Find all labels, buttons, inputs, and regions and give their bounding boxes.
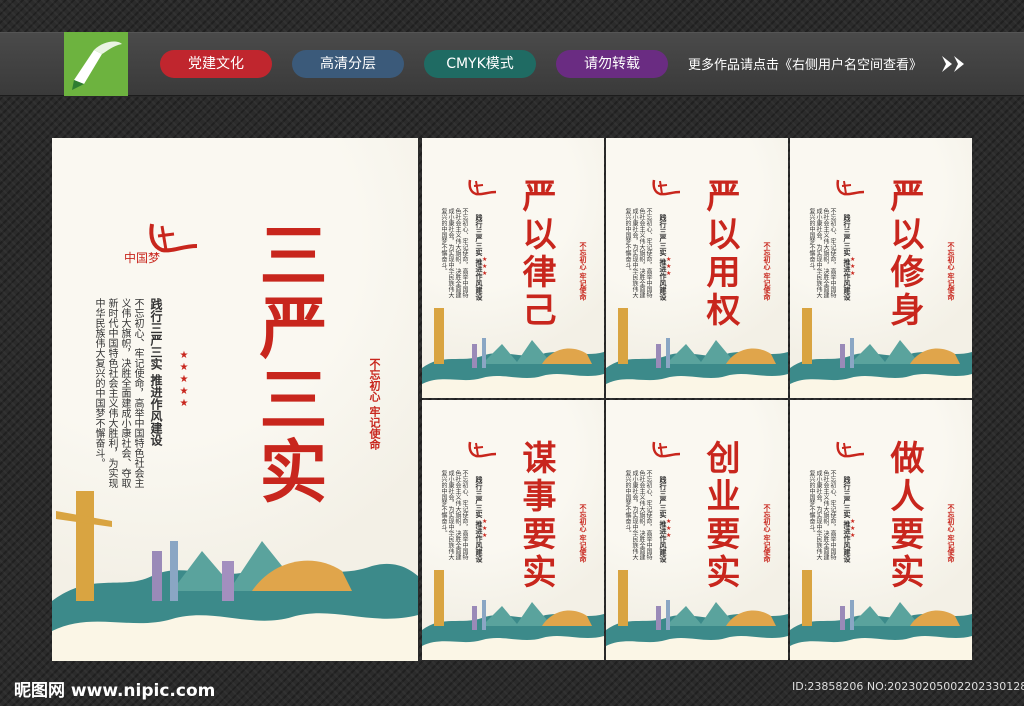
- panel-body-text: 不忘初心、牢记使命，高举中国特色社会主义伟大旗帜，决胜全面建成小康社会，为实现中…: [624, 208, 652, 298]
- panel-poster-5: 创业要实 践行三严三实 推进作风建设 不忘初心、牢记使命，高举中国特色社会主义伟大旗…: [606, 400, 788, 660]
- panel-body-text: 不忘初心、牢记使命，高举中国特色社会主义伟大旗帜，决胜全面建成小康社会，为实现中…: [624, 470, 652, 560]
- brand-logo-icon: [64, 32, 128, 96]
- main-body-text: 不忘初心、牢记使命，高举中国特色社会主义伟大旗帜，决胜全面建成小康社会、夺取新时…: [93, 298, 143, 488]
- panel-seal: 不忘初心 牢记使命: [579, 504, 587, 563]
- main-title: 三严三实: [247, 220, 327, 508]
- landscape-illustration-icon: [606, 308, 788, 398]
- china-dream-logo-icon: [824, 176, 866, 204]
- landscape-illustration-icon: [606, 570, 788, 660]
- star-divider-icon: ★ ★ ★: [482, 518, 488, 539]
- star-divider-icon: ★ ★ ★ ★ ★: [179, 350, 189, 409]
- china-dream-logo-icon: [456, 438, 498, 466]
- svg-text:中国梦: 中国梦: [124, 250, 160, 265]
- tag-party-culture[interactable]: 党建文化: [160, 50, 272, 78]
- panel-body-text: 不忘初心、牢记使命，高举中国特色社会主义伟大旗帜，决胜全面建成小康社会，为实现中…: [808, 208, 836, 298]
- main-seal: 不忘初心 牢记使命: [368, 358, 381, 450]
- tag-cmyk-mode[interactable]: CMYK模式: [424, 50, 536, 78]
- more-works-link[interactable]: 更多作品请点击《右侧用户名空间查看》: [688, 54, 922, 73]
- panel-poster-1: 严以律己 践行三严三实 推进作风建设 不忘初心、牢记使命，高举中国特色社会主义伟大旗…: [422, 138, 604, 398]
- main-poster: 中国梦 三严三实 践行三严三实 推进作风建设 不忘初心、牢记使命，高举中国特色社…: [52, 138, 418, 661]
- panel-seal: 不忘初心 牢记使命: [947, 504, 955, 563]
- star-divider-icon: ★ ★ ★: [850, 256, 856, 277]
- panel-seal: 不忘初心 牢记使命: [947, 242, 955, 301]
- landscape-illustration-icon: [790, 308, 972, 398]
- china-dream-logo-icon: 中国梦: [122, 216, 202, 266]
- china-dream-logo-icon: [640, 176, 682, 204]
- panel-body-text: 不忘初心、牢记使命，高举中国特色社会主义伟大旗帜，决胜全面建成小康社会，为实现中…: [440, 208, 468, 298]
- image-id: ID:23858206 NO:20230205002202330128: [792, 680, 1024, 693]
- star-divider-icon: ★ ★ ★: [482, 256, 488, 277]
- star-divider-icon: ★ ★ ★: [850, 518, 856, 539]
- china-dream-logo-icon: [824, 438, 866, 466]
- panel-body-text: 不忘初心、牢记使命，高举中国特色社会主义伟大旗帜，决胜全面建成小康社会，为实现中…: [440, 470, 468, 560]
- tag-no-repost[interactable]: 请勿转载: [556, 50, 668, 78]
- landscape-illustration-icon: [790, 570, 972, 660]
- star-divider-icon: ★ ★ ★: [666, 256, 672, 277]
- panel-seal: 不忘初心 牢记使命: [579, 242, 587, 301]
- panel-seal: 不忘初心 牢记使命: [763, 242, 771, 301]
- panel-poster-2: 严以用权 践行三严三实 推进作风建设 不忘初心、牢记使命，高举中国特色社会主义伟大旗…: [606, 138, 788, 398]
- panel-poster-3: 严以修身 践行三严三实 推进作风建设 不忘初心、牢记使命，高举中国特色社会主义伟大旗…: [790, 138, 972, 398]
- landscape-illustration-icon: [422, 308, 604, 398]
- china-dream-logo-icon: [640, 438, 682, 466]
- panel-poster-4: 谋事要实 践行三严三实 推进作风建设 不忘初心、牢记使命，高举中国特色社会主义伟大旗…: [422, 400, 604, 660]
- panel-poster-6: 做人要实 践行三严三实 推进作风建设 不忘初心、牢记使命，高举中国特色社会主义伟大旗…: [790, 400, 972, 660]
- panel-body-text: 不忘初心、牢记使命，高举中国特色社会主义伟大旗帜，决胜全面建成小康社会，为实现中…: [808, 470, 836, 560]
- landscape-illustration-icon: [52, 491, 418, 661]
- china-dream-logo-icon: [456, 176, 498, 204]
- double-chevron-right-icon[interactable]: [940, 54, 970, 74]
- watermark: 昵图网 www.nipic.com: [14, 681, 216, 701]
- tag-hd-layers[interactable]: 高清分层: [292, 50, 404, 78]
- star-divider-icon: ★ ★ ★: [666, 518, 672, 539]
- landscape-illustration-icon: [422, 570, 604, 660]
- panel-seal: 不忘初心 牢记使命: [763, 504, 771, 563]
